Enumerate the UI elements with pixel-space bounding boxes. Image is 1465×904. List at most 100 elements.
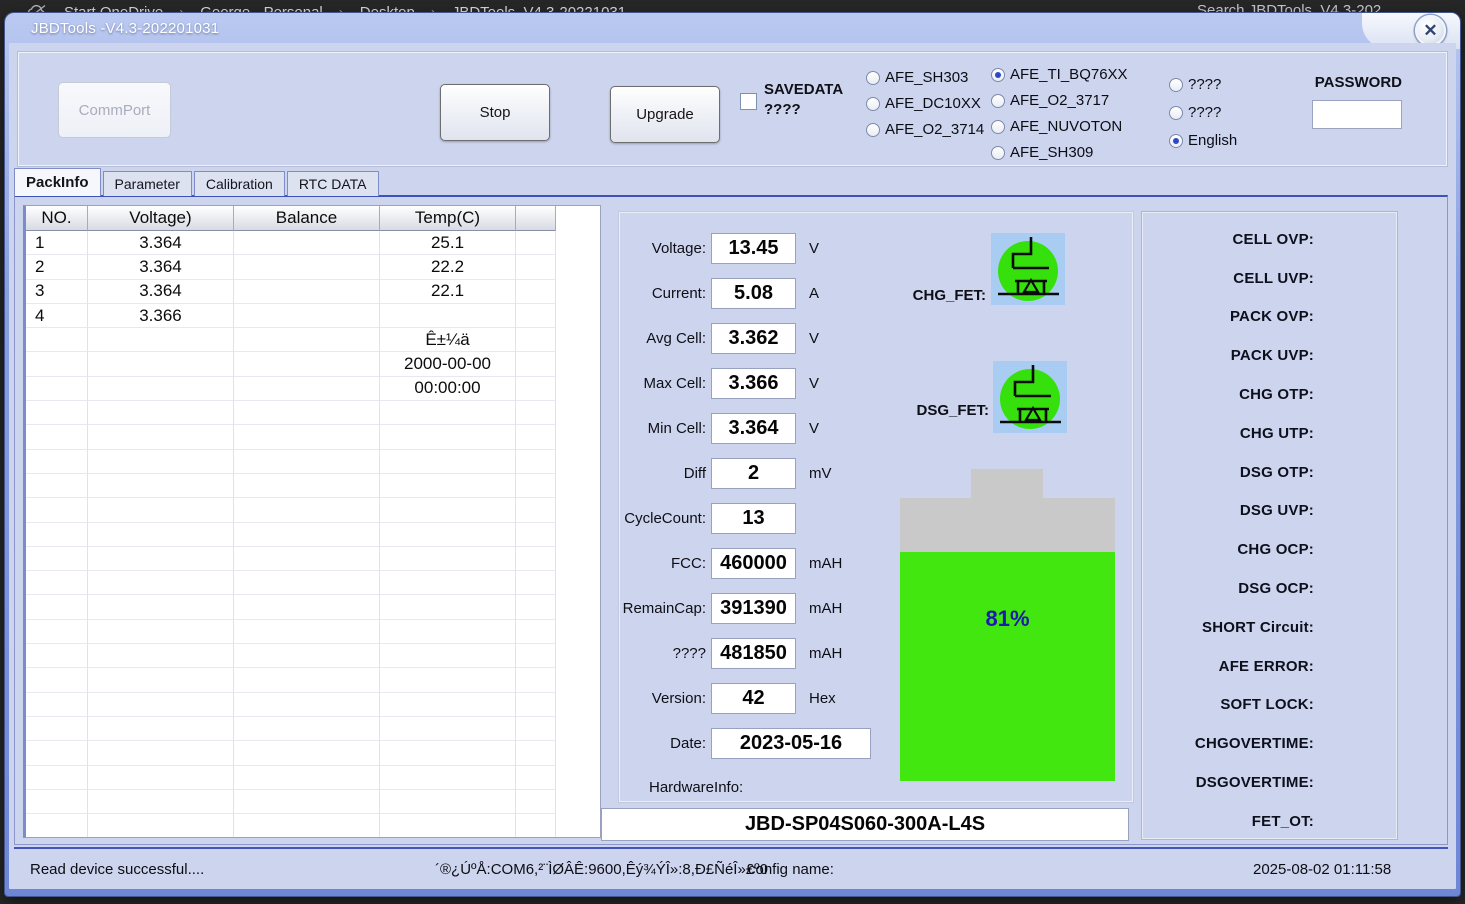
- field-value[interactable]: 3.366: [711, 368, 796, 399]
- savedata-checkbox[interactable]: [740, 93, 757, 110]
- cell-voltage: [88, 668, 234, 692]
- cell-temp: [380, 401, 516, 425]
- table-header-cell[interactable]: Temp(C): [380, 206, 516, 231]
- afe-radio-option[interactable]: AFE_SH303: [866, 68, 984, 87]
- table-header-cell[interactable]: Voltage): [88, 206, 234, 231]
- table-row[interactable]: 2000-00-00: [26, 352, 600, 376]
- field-unit: Hex: [809, 690, 836, 707]
- afe-radio-option[interactable]: AFE_TI_BQ76XX: [991, 65, 1128, 84]
- field-value[interactable]: 3.364: [711, 413, 796, 444]
- field-label: FCC:: [561, 555, 711, 572]
- field-value[interactable]: 13: [711, 503, 796, 534]
- table-row[interactable]: 4 3.366: [26, 304, 600, 328]
- table-row[interactable]: 00:00:00: [26, 377, 600, 401]
- cell-balance: [234, 280, 380, 304]
- field-value[interactable]: 3.362: [711, 323, 796, 354]
- table-row[interactable]: [26, 547, 600, 571]
- field-label: Max Cell:: [561, 375, 711, 392]
- radio-icon: [991, 120, 1005, 134]
- field-value[interactable]: 460000: [711, 548, 796, 579]
- field-value[interactable]: 5.08: [711, 278, 796, 309]
- cell-voltage: [88, 595, 234, 619]
- measurement-fields: Voltage: 13.45 V Current: 5.08 A Avg Cel…: [561, 226, 941, 766]
- tab[interactable]: RTC DATA: [287, 171, 379, 196]
- table-row[interactable]: [26, 717, 600, 741]
- radio-label: AFE_NUVOTON: [1010, 118, 1122, 135]
- cell-no: [26, 328, 88, 352]
- table-row[interactable]: [26, 814, 600, 838]
- close-button[interactable]: ✕: [1415, 15, 1446, 46]
- table-row[interactable]: [26, 766, 600, 790]
- field-value[interactable]: 42: [711, 683, 796, 714]
- cell-balance: [234, 474, 380, 498]
- field-label: Version:: [561, 690, 711, 707]
- field-value[interactable]: 2023-05-16: [711, 728, 871, 759]
- status-flag-label: DSG UVP:: [1164, 492, 1314, 531]
- tab[interactable]: Calibration: [194, 171, 285, 196]
- afe-radio-option[interactable]: AFE_DC10XX: [866, 94, 984, 113]
- field-label: Avg Cell:: [561, 330, 711, 347]
- table-header-cell[interactable]: Balance: [234, 206, 380, 231]
- table-row[interactable]: [26, 668, 600, 692]
- table-row[interactable]: [26, 474, 600, 498]
- cell-no: [26, 474, 88, 498]
- tab-label: RTC DATA: [299, 176, 367, 192]
- cell-no: [26, 766, 88, 790]
- cell-extra: [516, 595, 556, 619]
- table-row[interactable]: [26, 523, 600, 547]
- radio-label: English: [1188, 132, 1237, 149]
- afe-radio-option[interactable]: AFE_SH309: [991, 143, 1128, 162]
- status-timestamp: 2025-08-02 01:11:58: [1253, 861, 1391, 878]
- language-radio-option[interactable]: ????: [1169, 75, 1237, 94]
- radio-icon: [1169, 78, 1183, 92]
- language-radio-option[interactable]: English: [1169, 131, 1237, 150]
- password-input[interactable]: [1312, 100, 1402, 129]
- table-row[interactable]: [26, 450, 600, 474]
- cell-voltage: [88, 498, 234, 522]
- field-unit: mAH: [809, 645, 842, 662]
- table-header-cell[interactable]: [516, 206, 556, 231]
- table-row[interactable]: [26, 693, 600, 717]
- table-row[interactable]: [26, 401, 600, 425]
- upgrade-button[interactable]: Upgrade: [610, 86, 720, 143]
- afe-radio-option[interactable]: AFE_O2_3717: [991, 91, 1128, 110]
- table-row[interactable]: 3 3.364 22.1: [26, 280, 600, 304]
- tab[interactable]: PackInfo: [14, 168, 101, 196]
- field-value[interactable]: 13.45: [711, 233, 796, 264]
- cell-extra: [516, 474, 556, 498]
- stop-button[interactable]: Stop: [440, 84, 550, 141]
- radio-icon: [1169, 106, 1183, 120]
- table-header-cell[interactable]: NO.: [26, 206, 88, 231]
- table-row[interactable]: [26, 644, 600, 668]
- field-value[interactable]: 2: [711, 458, 796, 489]
- table-row[interactable]: Ê±¼ä: [26, 328, 600, 352]
- cell-voltage: [88, 352, 234, 376]
- table-row[interactable]: 2 3.364 22.2: [26, 255, 600, 279]
- table-row[interactable]: [26, 790, 600, 814]
- table-row[interactable]: 1 3.364 25.1: [26, 231, 600, 255]
- commport-button[interactable]: CommPort: [58, 82, 171, 138]
- field-value[interactable]: 481850: [711, 638, 796, 669]
- field-row: Date: 2023-05-16: [561, 721, 941, 766]
- table-row[interactable]: [26, 425, 600, 449]
- hardwareinfo-value[interactable]: JBD-SP04S060-300A-L4S: [601, 808, 1129, 841]
- afe-radio-option[interactable]: AFE_O2_3714: [866, 120, 984, 139]
- table-row[interactable]: [26, 498, 600, 522]
- window-titlebar[interactable]: JBDTools -V4.3-202201031: [5, 13, 1460, 43]
- tab[interactable]: Parameter: [103, 171, 192, 196]
- battery-percent-label: 81%: [900, 606, 1115, 632]
- radio-icon: [991, 146, 1005, 160]
- table-row[interactable]: [26, 620, 600, 644]
- dsg-fet-label: DSG_FET:: [849, 402, 989, 419]
- afe-radio-option[interactable]: AFE_NUVOTON: [991, 117, 1128, 136]
- cell-voltage: [88, 328, 234, 352]
- table-row[interactable]: [26, 595, 600, 619]
- table-row[interactable]: [26, 741, 600, 765]
- cell-no: [26, 693, 88, 717]
- field-value[interactable]: 391390: [711, 593, 796, 624]
- language-radio-option[interactable]: ????: [1169, 103, 1237, 122]
- cell-extra: [516, 814, 556, 838]
- cell-temp: [380, 523, 516, 547]
- tab-bar: PackInfo Parameter Calibration RTC DATA: [14, 168, 379, 196]
- table-row[interactable]: [26, 571, 600, 595]
